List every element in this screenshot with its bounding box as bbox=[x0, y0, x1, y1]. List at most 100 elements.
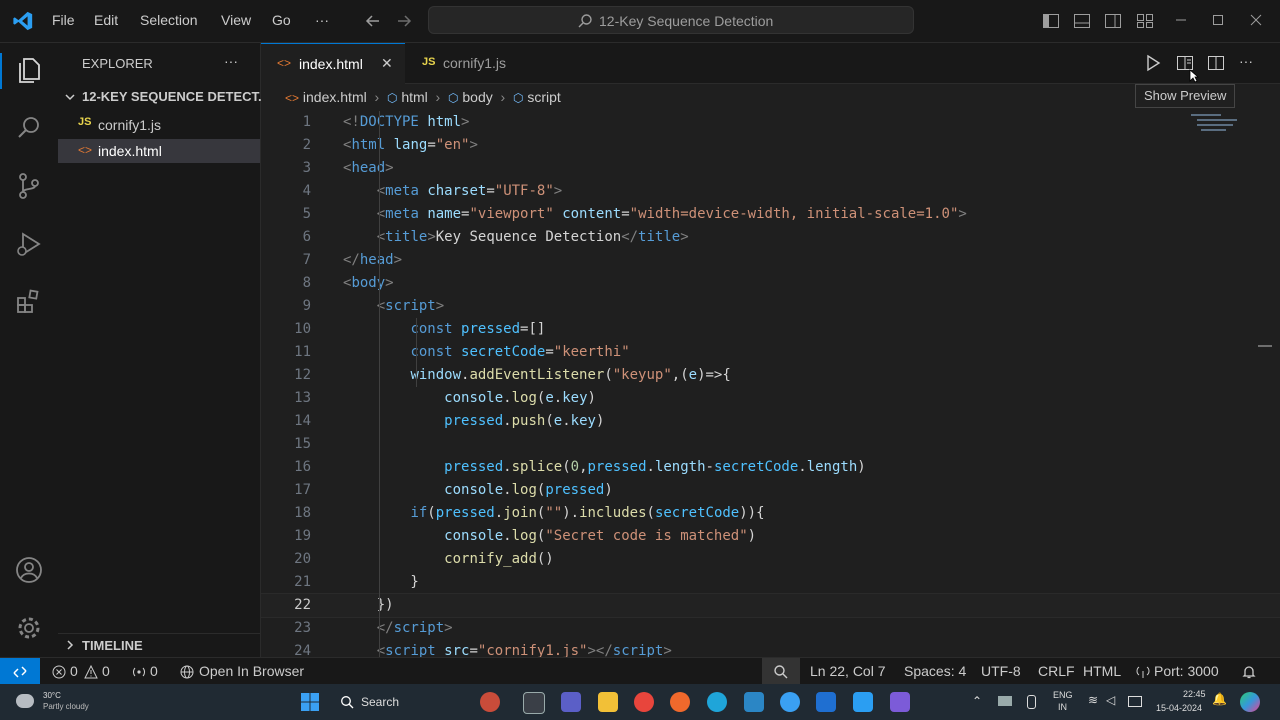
code-line[interactable]: 12 window.addEventListener("keyup",(e)=>… bbox=[261, 364, 1280, 387]
toggle-panel-icon[interactable] bbox=[1073, 12, 1091, 30]
app-widget-icon[interactable] bbox=[480, 692, 500, 712]
live-server-port[interactable]: Port: 3000 bbox=[1136, 662, 1226, 682]
breadcrumb-item[interactable]: script bbox=[527, 89, 560, 105]
forward-arrow-icon[interactable] bbox=[395, 12, 413, 30]
line-ending[interactable]: CRLF bbox=[1038, 663, 1075, 679]
code-line[interactable]: 24 <script src="cornify1.js"></script> bbox=[261, 640, 1280, 657]
language-mode[interactable]: HTML bbox=[1083, 663, 1121, 679]
breadcrumb-item[interactable]: html bbox=[401, 89, 427, 105]
menu-edit[interactable]: Edit bbox=[94, 12, 118, 28]
menu-more[interactable]: ··· bbox=[315, 12, 329, 28]
code-line[interactable]: 9 <script> bbox=[261, 295, 1280, 318]
weather-widget[interactable]: 30°C Partly cloudy bbox=[14, 691, 104, 717]
menu-go[interactable]: Go bbox=[272, 12, 291, 28]
settings-gear-icon[interactable] bbox=[14, 613, 44, 643]
code-line[interactable]: 17 console.log(pressed) bbox=[261, 479, 1280, 502]
code-line[interactable]: 3 <head> bbox=[261, 157, 1280, 180]
windows-start-icon[interactable] bbox=[300, 692, 320, 712]
problems-indicator[interactable]: 0 0 bbox=[50, 662, 130, 682]
tray-app-icon[interactable] bbox=[998, 696, 1012, 706]
timeline-header[interactable]: TIMELINE bbox=[58, 633, 260, 656]
customize-layout-icon[interactable] bbox=[1136, 12, 1154, 30]
battery-icon[interactable] bbox=[1128, 696, 1142, 707]
clock-date[interactable]: 15-04-2024 bbox=[1156, 703, 1202, 713]
extensions-icon[interactable] bbox=[14, 287, 44, 317]
encoding[interactable]: UTF-8 bbox=[981, 663, 1021, 679]
copilot-icon[interactable] bbox=[780, 692, 800, 712]
menu-file[interactable]: File bbox=[52, 12, 75, 28]
file-item-cornify1[interactable]: JS cornify1.js bbox=[58, 113, 260, 136]
region-indicator[interactable]: IN bbox=[1058, 702, 1067, 712]
edge-icon[interactable] bbox=[707, 692, 727, 712]
account-icon[interactable] bbox=[14, 555, 44, 585]
open-in-browser-button[interactable]: Open In Browser bbox=[178, 662, 308, 682]
code-line[interactable]: 6 <title>Key Sequence Detection</title> bbox=[261, 226, 1280, 249]
vscode-taskbar-icon[interactable] bbox=[853, 692, 873, 712]
tab-cornify1-js[interactable]: JS cornify1.js bbox=[406, 43, 536, 83]
tab-close-icon[interactable]: ✕ bbox=[381, 55, 393, 72]
volume-icon[interactable]: ◁ bbox=[1106, 693, 1115, 707]
code-line[interactable]: 15 bbox=[261, 433, 1280, 456]
notification-icon[interactable]: 🔔 bbox=[1212, 692, 1227, 706]
code-line[interactable]: 20 cornify_add() bbox=[261, 548, 1280, 571]
taskbar-search[interactable]: Search bbox=[334, 690, 454, 714]
microphone-icon[interactable] bbox=[1027, 695, 1036, 709]
source-control-icon[interactable] bbox=[14, 171, 44, 201]
teams-chat-icon[interactable] bbox=[561, 692, 581, 712]
app-taskbar-icon[interactable] bbox=[890, 692, 910, 712]
code-line[interactable]: 11 const secretCode="keerthi" bbox=[261, 341, 1280, 364]
notification-bell-icon[interactable] bbox=[1241, 664, 1257, 680]
breadcrumb-item[interactable]: body bbox=[462, 89, 492, 105]
menu-selection[interactable]: Selection bbox=[140, 12, 198, 28]
code-line[interactable]: 7 </head> bbox=[261, 249, 1280, 272]
file-explorer-icon[interactable] bbox=[598, 692, 618, 712]
run-icon[interactable] bbox=[1144, 54, 1162, 72]
explorer-files-icon[interactable] bbox=[14, 55, 44, 85]
code-line[interactable]: 16 pressed.splice(0,pressed.length-secre… bbox=[261, 456, 1280, 479]
code-line[interactable]: 2 <html lang="en"> bbox=[261, 134, 1280, 157]
minimize-icon[interactable] bbox=[1175, 14, 1187, 26]
breadcrumb-item[interactable]: index.html bbox=[303, 89, 367, 105]
zoom-button[interactable] bbox=[762, 658, 800, 685]
code-line[interactable]: 14 pressed.push(e.key) bbox=[261, 410, 1280, 433]
back-arrow-icon[interactable] bbox=[364, 12, 382, 30]
photos-app-icon[interactable] bbox=[744, 692, 764, 712]
split-editor-icon[interactable] bbox=[1207, 54, 1225, 72]
search-view-icon[interactable] bbox=[14, 113, 44, 143]
close-window-icon[interactable] bbox=[1250, 14, 1262, 26]
code-line[interactable]: 4 <meta charset="UTF-8"> bbox=[261, 180, 1280, 203]
code-line[interactable]: 10 const pressed=[] bbox=[261, 318, 1280, 341]
task-view-icon[interactable] bbox=[523, 692, 545, 714]
code-line[interactable]: 22 }) bbox=[261, 593, 1280, 618]
code-editor[interactable]: 1 <!DOCTYPE html> 2 <html lang="en"> 3 <head>… bbox=[261, 111, 1280, 657]
toggle-secondary-sidebar-icon[interactable] bbox=[1104, 12, 1122, 30]
clock-time[interactable]: 22:45 bbox=[1183, 689, 1206, 699]
remote-button[interactable] bbox=[0, 658, 40, 685]
folder-header[interactable]: 12-KEY SEQUENCE DETECT... bbox=[58, 86, 269, 108]
code-line[interactable]: 19 console.log("Secret code is matched") bbox=[261, 525, 1280, 548]
code-line[interactable]: 18 if(pressed.join("").includes(secretCo… bbox=[261, 502, 1280, 525]
language-indicator[interactable]: ENG bbox=[1053, 690, 1073, 700]
code-line[interactable]: 23 </script> bbox=[261, 617, 1280, 640]
code-line[interactable]: 5 <meta name="viewport" content="width=d… bbox=[261, 203, 1280, 226]
toggle-sidebar-icon[interactable] bbox=[1042, 12, 1060, 30]
editor-more-icon[interactable]: ··· bbox=[1239, 53, 1253, 69]
ports-indicator[interactable]: 0 bbox=[132, 662, 168, 682]
code-line[interactable]: 21 } bbox=[261, 571, 1280, 594]
maximize-icon[interactable] bbox=[1212, 14, 1224, 26]
code-line[interactable]: 8 <body> bbox=[261, 272, 1280, 295]
cursor-position[interactable]: Ln 22, Col 7 bbox=[810, 663, 886, 679]
code-line[interactable]: 1 <!DOCTYPE html> bbox=[261, 111, 1280, 134]
code-line[interactable]: 13 console.log(e.key) bbox=[261, 387, 1280, 410]
store-icon[interactable] bbox=[816, 692, 836, 712]
run-debug-icon[interactable] bbox=[14, 229, 44, 259]
explorer-more-button[interactable]: ··· bbox=[224, 53, 238, 69]
tab-index-html[interactable]: <> index.html ✕ bbox=[261, 43, 405, 84]
chrome-icon[interactable] bbox=[634, 692, 654, 712]
command-center-search[interactable]: 12-Key Sequence Detection bbox=[428, 6, 914, 34]
tray-overflow-icon[interactable]: ⌃ bbox=[972, 694, 982, 708]
copilot-tray-icon[interactable] bbox=[1240, 692, 1260, 712]
indentation[interactable]: Spaces: 4 bbox=[904, 663, 966, 679]
wifi-icon[interactable]: ≋ bbox=[1088, 693, 1098, 707]
menu-view[interactable]: View bbox=[221, 12, 251, 28]
